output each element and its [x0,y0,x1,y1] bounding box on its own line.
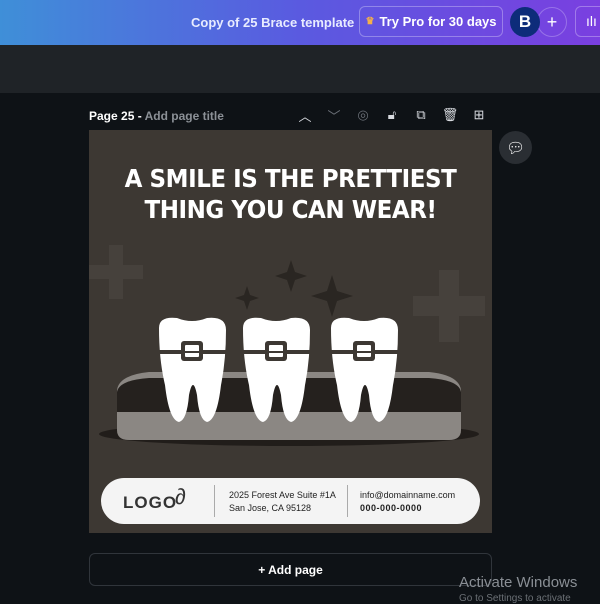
page-header: Page 25 - Add page title [89,109,224,123]
page-number: Page 25 - [89,109,145,123]
top-bar: Copy of 25 Brace template ♛ Try Pro for 3… [0,0,600,45]
logo-swirl-icon: ∂ [175,484,186,509]
address: 2025 Forest Ave Suite #1A San Jose, CA 95… [229,489,336,515]
add-comment-icon[interactable]: 💬︎ [499,131,532,164]
chevron-up-icon[interactable]: ︿ [296,106,314,124]
address-line-2: San Jose, CA 95128 [229,503,312,513]
add-page-button[interactable]: + Add page [89,553,492,586]
design-canvas[interactable]: A SMILE IS THE PRETTIEST THING YOU CAN W… [89,130,492,533]
headline-line-1: A SMILE IS THE PRETTIEST [124,164,457,193]
contact-info: info@domainname.com 000-000-0000 [360,489,455,515]
address-line-1: 2025 Forest Ave Suite #1A [229,490,336,500]
contact-footer: LOGO ∂ 2025 Forest Ave Suite #1A San Jose… [101,478,480,524]
duplicate-icon[interactable]: ⧉ [412,106,430,124]
avatar[interactable]: B [510,7,540,37]
share-add-button[interactable]: + [537,7,567,37]
hide-eye-icon[interactable]: ◎ [354,106,372,124]
page-tools: ︿ ﹀ ◎ 🔓︎ ⧉ 🗑︎ ⊞ [296,106,488,124]
divider [347,485,348,517]
activate-windows-title: Activate Windows [459,574,578,591]
try-pro-label: Try Pro for 30 days [379,14,497,29]
logo: LOGO [123,493,178,512]
document-title[interactable]: Copy of 25 Brace template [191,15,354,30]
page-title-input[interactable]: Add page title [145,109,224,123]
trash-icon[interactable]: 🗑︎ [441,106,459,124]
phone: 000-000-0000 [360,503,423,513]
try-pro-button[interactable]: ♛ Try Pro for 30 days [359,6,503,37]
unlock-icon[interactable]: 🔓︎ [383,106,401,124]
chevron-down-icon[interactable]: ﹀ [325,106,343,124]
bar-chart-icon[interactable]: ılı [575,6,600,37]
add-page-icon[interactable]: ⊞ [470,106,488,124]
headline[interactable]: A SMILE IS THE PRETTIEST THING YOU CAN W… [105,163,476,225]
toolbar-strip [0,45,600,93]
crown-icon: ♛ [365,16,375,27]
headline-line-2: THING YOU CAN WEAR! [144,195,437,224]
email: info@domainname.com [360,490,456,500]
activate-windows-subtitle: Go to Settings to activate [459,593,571,604]
divider [214,485,215,517]
